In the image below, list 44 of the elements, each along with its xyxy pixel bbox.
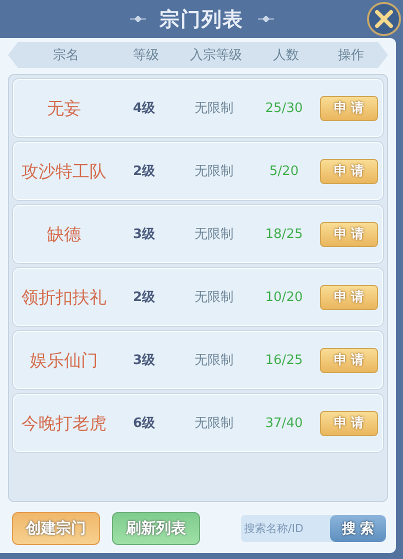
- apply-button[interactable]: 申 请: [320, 410, 378, 436]
- column-header: 人数: [272, 47, 300, 64]
- sect-level: 6级: [132, 415, 156, 432]
- sect-name: 攻沙特工队: [20, 160, 108, 182]
- join-requirement: 无限制: [194, 289, 234, 306]
- sect-level: 3级: [132, 352, 156, 369]
- search-button[interactable]: 搜 索: [330, 515, 386, 542]
- apply-button[interactable]: 申 请: [320, 222, 378, 246]
- join-requirement: 无限制: [194, 226, 234, 243]
- member-count: 16/25: [264, 352, 304, 368]
- member-count: 10/20: [264, 290, 304, 304]
- search-field[interactable]: 搜索名称/ID 搜 索: [241, 515, 386, 542]
- column-header: 宗名: [52, 47, 80, 64]
- apply-button[interactable]: 申 请: [320, 284, 378, 310]
- ornament-icon: [130, 16, 146, 22]
- sect-name: 今晚打老虎: [20, 412, 108, 434]
- sect-name: 领折扣扶礼: [20, 286, 108, 308]
- sect-name: 缺德: [46, 224, 82, 246]
- apply-button[interactable]: 申 请: [320, 348, 378, 372]
- close-icon: [374, 9, 394, 29]
- member-count: 18/25: [264, 226, 304, 242]
- member-count: 25/30: [264, 100, 304, 116]
- column-header: 入宗等级: [189, 47, 243, 64]
- column-header: 操作: [337, 47, 365, 64]
- apply-button[interactable]: 申 请: [320, 158, 378, 184]
- sect-name: 无妄: [46, 98, 82, 120]
- sect-name: 娱乐仙门: [29, 350, 99, 372]
- window-title: 宗门列表: [160, 6, 244, 32]
- action-button[interactable]: 刷新列表: [112, 512, 200, 545]
- sect-level: 2级: [132, 289, 156, 306]
- apply-button[interactable]: 申 请: [320, 96, 378, 120]
- sect-level: 2级: [132, 163, 156, 180]
- join-requirement: 无限制: [194, 100, 234, 117]
- join-requirement: 无限制: [194, 415, 234, 432]
- join-requirement: 无限制: [194, 352, 234, 369]
- action-button[interactable]: 创建宗门: [12, 512, 100, 545]
- member-count: 5/20: [268, 164, 300, 178]
- sect-level: 4级: [132, 100, 156, 117]
- join-requirement: 无限制: [194, 163, 234, 180]
- member-count: 37/40: [264, 416, 304, 430]
- close-button[interactable]: [367, 2, 401, 36]
- sect-level: 3级: [132, 226, 156, 243]
- column-header: 等级: [132, 47, 160, 64]
- ornament-icon: [258, 16, 274, 22]
